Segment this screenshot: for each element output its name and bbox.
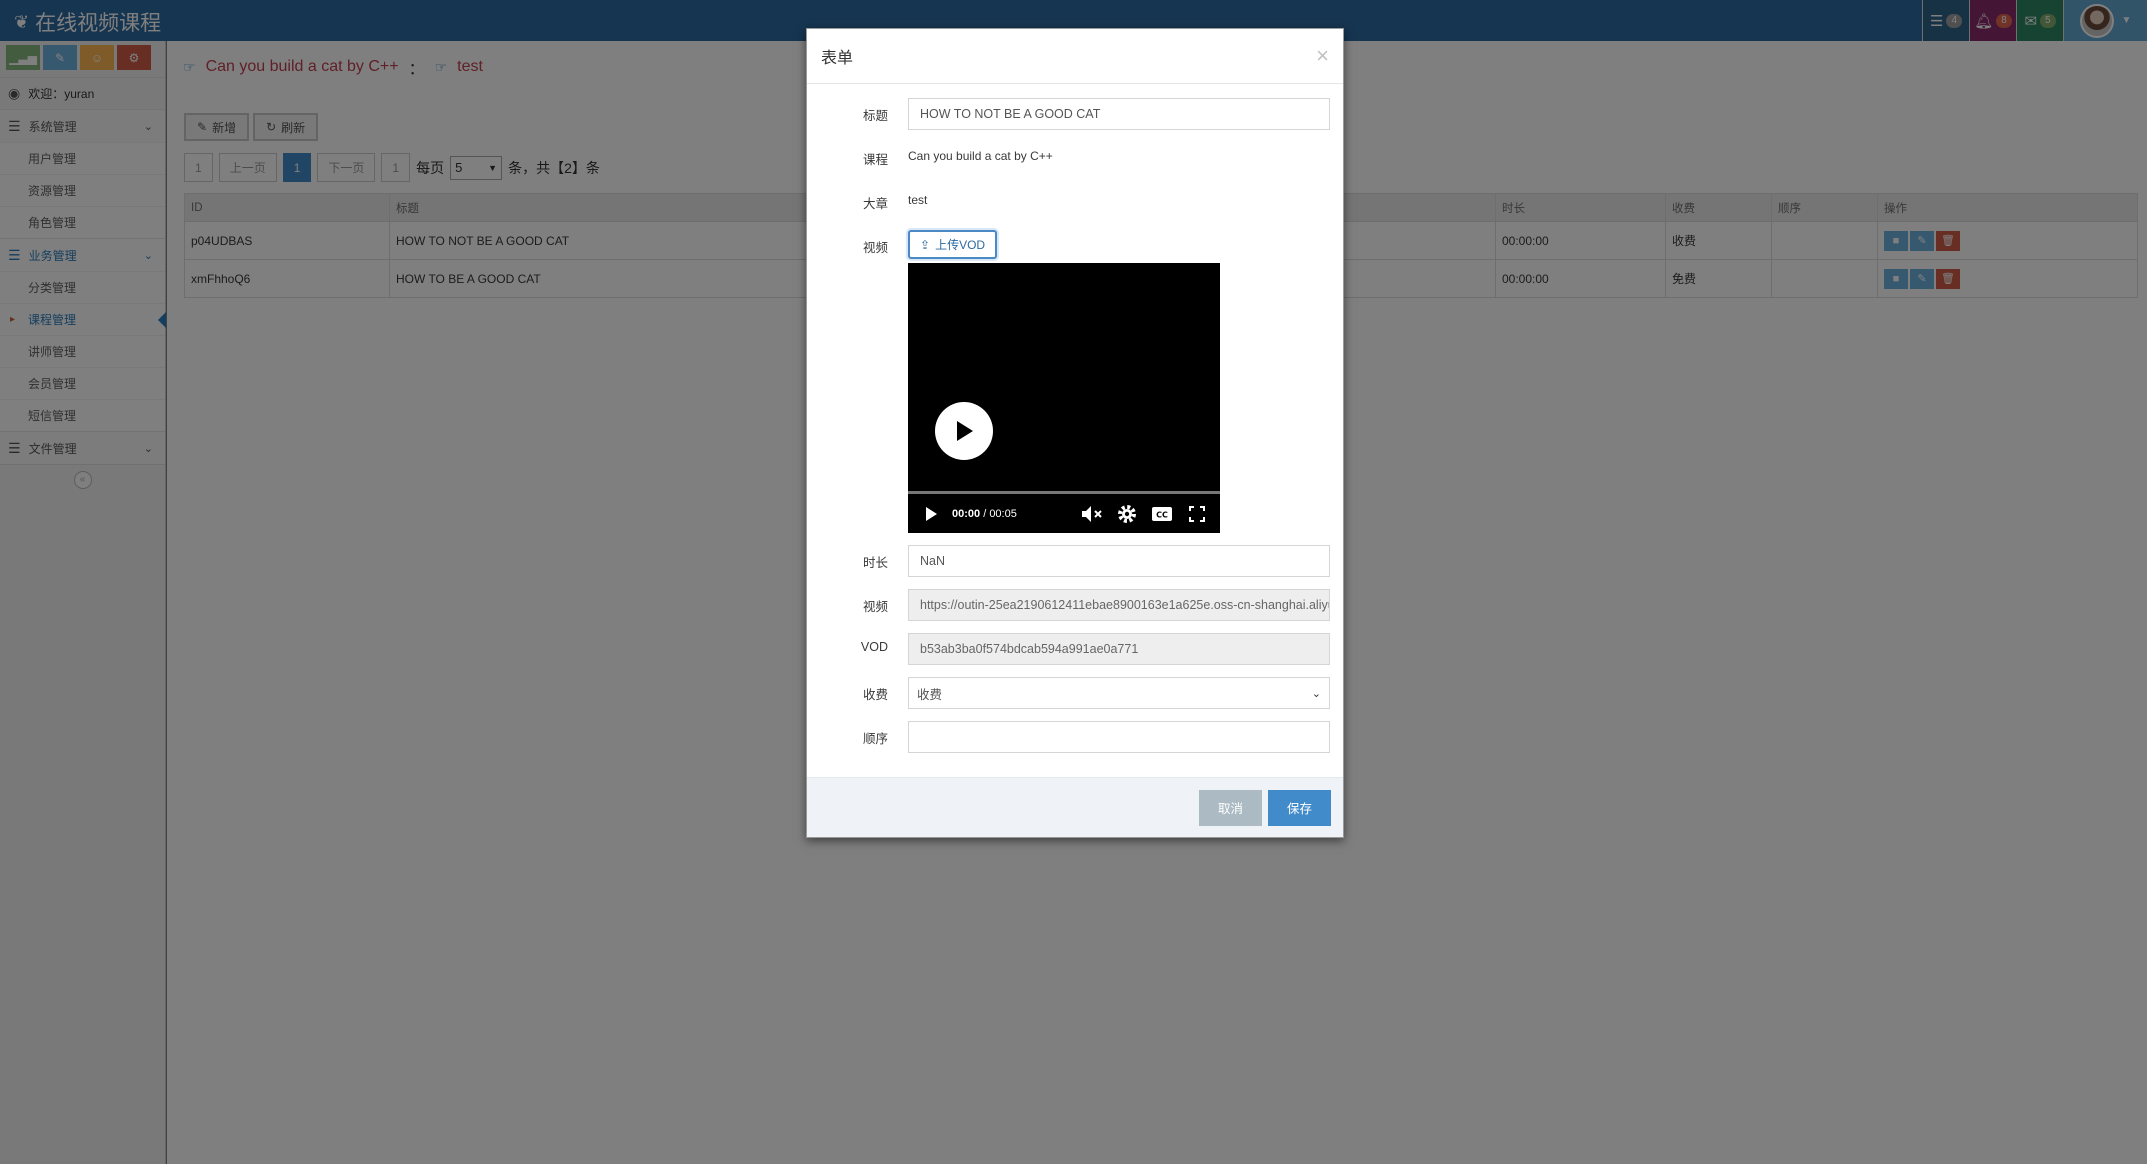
save-button[interactable]: 保存 <box>1267 789 1331 826</box>
form-row-course: 课程 Can you build a cat by C++ <box>807 142 1343 174</box>
play-icon[interactable] <box>935 402 993 460</box>
video-time-separator: / <box>980 508 990 520</box>
form-row-video-url: 视频 https://outin-25ea2190612411ebae89001… <box>807 589 1343 621</box>
close-icon[interactable]: × <box>1316 43 1329 69</box>
vod-input[interactable]: b53ab3ba0f574bdcab594a991ae0a771 <box>908 633 1330 665</box>
form-row-vod: VOD b53ab3ba0f574bdcab594a991ae0a771 <box>807 633 1343 665</box>
cancel-button[interactable]: 取消 <box>1198 789 1262 826</box>
form-row-title: 标题 HOW TO NOT BE A GOOD CAT <box>807 98 1343 130</box>
video-progress-bar[interactable] <box>908 491 1220 494</box>
upload-icon: ⇪ <box>920 237 931 252</box>
modal-footer: 取消 保存 <box>807 777 1343 837</box>
field-label: VOD <box>860 640 888 654</box>
form-modal: 表单 × 标题 HOW TO NOT BE A GOOD CAT 课程 Can … <box>806 28 1344 838</box>
chapter-value: test <box>908 193 928 207</box>
field-label: 视频 <box>862 241 888 255</box>
course-value: Can you build a cat by C++ <box>908 149 1053 163</box>
video-time: 00:00 / 00:05 <box>952 508 1017 520</box>
play-icon[interactable] <box>920 503 942 525</box>
charge-select-value: 收费 <box>917 687 943 702</box>
captions-icon[interactable]: CC <box>1151 503 1173 525</box>
field-label: 大章 <box>862 197 888 211</box>
upload-vod-label: 上传VOD <box>935 238 986 252</box>
field-label: 标题 <box>862 109 888 123</box>
charge-select[interactable]: 收费 ⌄ <box>908 677 1330 709</box>
chevron-down-icon: ⌄ <box>1311 687 1321 700</box>
form-row-chapter: 大章 test <box>807 186 1343 218</box>
mute-icon[interactable] <box>1081 503 1103 525</box>
upload-vod-button[interactable]: ⇪ 上传VOD <box>908 230 998 259</box>
field-label: 课程 <box>862 153 888 167</box>
sort-input[interactable] <box>908 721 1330 753</box>
video-controls: 00:00 / 00:05 CC <box>908 497 1220 531</box>
field-label: 顺序 <box>862 732 888 746</box>
field-label: 时长 <box>862 556 888 570</box>
settings-gear-icon[interactable] <box>1116 503 1138 525</box>
chapter-form: 标题 HOW TO NOT BE A GOOD CAT 课程 Can you b… <box>807 84 1343 779</box>
field-label: 视频 <box>862 600 888 614</box>
svg-text:CC: CC <box>1156 511 1168 520</box>
form-row-charge: 收费 收费 ⌄ <box>807 677 1343 709</box>
form-row-duration: 时长 NaN <box>807 545 1343 577</box>
video-url-input[interactable]: https://outin-25ea2190612411ebae8900163e… <box>908 589 1330 621</box>
title-input[interactable]: HOW TO NOT BE A GOOD CAT <box>908 98 1330 130</box>
fullscreen-icon[interactable] <box>1186 503 1208 525</box>
video-total-time: 00:05 <box>989 508 1017 520</box>
duration-input[interactable]: NaN <box>908 545 1330 577</box>
modal-title: 表单 <box>821 50 854 67</box>
field-label: 收费 <box>862 688 888 702</box>
video-current-time: 00:00 <box>952 508 981 520</box>
form-row-video: 视频 ⇪ 上传VOD 00:00 / 00:05 CC <box>807 230 1343 533</box>
video-player[interactable]: 00:00 / 00:05 CC <box>908 263 1220 533</box>
modal-header: 表单 × <box>807 29 1343 84</box>
form-row-sort: 顺序 <box>807 721 1343 753</box>
